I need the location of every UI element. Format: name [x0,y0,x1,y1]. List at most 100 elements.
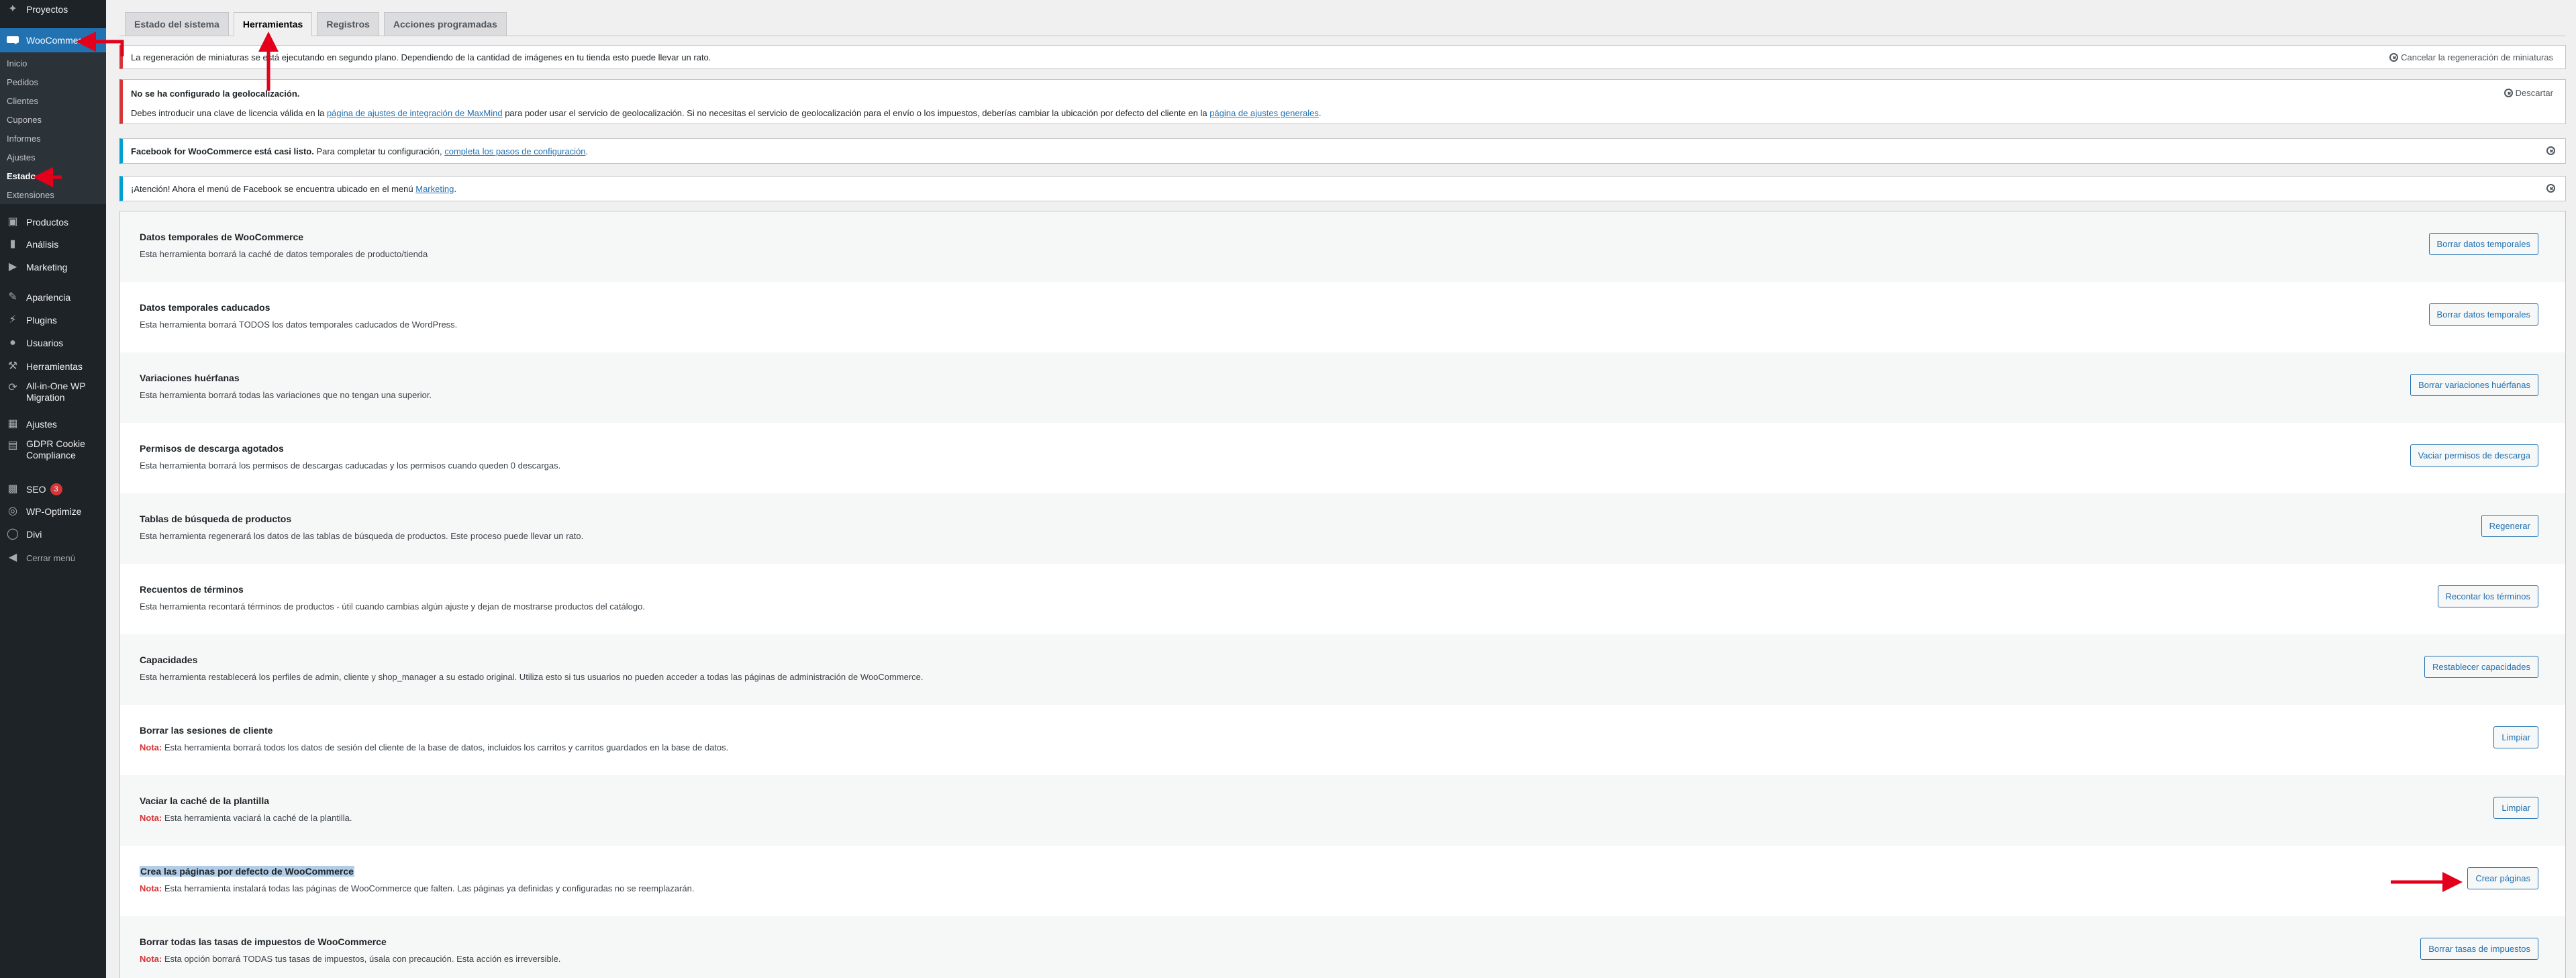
menu-label: Divi [26,528,42,540]
maxmind-settings-link[interactable]: página de ajustes de integración de MaxM… [327,108,503,118]
users-icon: ● [9,337,16,348]
menu-item-apariencia[interactable]: ✎ Apariencia [0,289,106,306]
tool-description: Esta herramienta regenerará los datos de… [140,531,584,541]
table-row: Vaciar la caché de la plantilla Nota: Es… [120,775,2565,846]
pin-icon: ✦ [8,3,17,15]
dismiss-link[interactable]: Descartar [2504,88,2553,98]
notice-geolocation: No se ha configurado la geolocalización.… [119,79,2566,124]
table-row: Borrar las sesiones de cliente Nota: Est… [120,705,2565,775]
tool-description: Esta herramienta restablecerá los perfil… [140,672,924,682]
submenu-inicio[interactable]: Inicio [7,58,27,68]
menu-item-marketing[interactable]: ▶ Marketing [0,258,106,276]
create-pages-button[interactable]: Crear páginas [2467,867,2538,889]
menu-item-analisis[interactable]: ▮ Análisis [0,236,106,253]
menu-label: Plugins [26,314,57,326]
menu-label: Herramientas [26,360,83,372]
tab-estado-del-sistema[interactable]: Estado del sistema [125,12,229,36]
tools-table: Datos temporales de WooCommerce Esta her… [119,211,2566,978]
submenu-pedidos[interactable]: Pedidos [7,77,38,87]
menu-label: All-in-One WP Migration [26,381,86,403]
submenu-clientes[interactable]: Clientes [7,96,38,106]
submenu-extensiones[interactable]: Extensiones [7,190,54,200]
submenu-estado[interactable]: Estado [7,171,36,181]
tool-title: Crea las páginas por defecto de WooComme… [140,866,354,877]
menu-label: Análisis [26,238,59,250]
notice-text: Debes introducir una clave de licencia v… [131,108,1322,118]
submenu-cupones[interactable]: Cupones [7,115,42,125]
close-icon [2546,146,2555,155]
collapse-menu-button[interactable]: ◀ Cerrar menú [0,549,106,567]
clear-sessions-button[interactable]: Limpiar [2493,726,2538,748]
chart-bar-icon: ▮ [9,238,16,250]
tool-title: Datos temporales caducados [140,302,270,313]
menu-label: Cerrar menú [26,552,75,563]
menu-item-plugins[interactable]: ⚡ Plugins [0,311,106,329]
menu-label: GDPR Cookie Compliance [26,438,85,460]
tool-description: Nota: Esta herramienta vaciará la caché … [140,813,352,823]
clear-template-cache-button[interactable]: Limpiar [2493,797,2538,819]
woocommerce-icon [5,33,20,48]
menu-label: Ajustes [26,418,57,430]
menu-item-proyectos[interactable]: ✦ Proyectos [0,1,106,17]
recount-terms-button[interactable]: Recontar los términos [2437,585,2538,607]
wrench-icon: ⚒ [7,360,18,372]
table-row: Recuentos de términos Esta herramienta r… [120,564,2565,634]
close-notice-button[interactable] [2546,146,2557,157]
general-settings-link[interactable]: página de ajustes generales [1209,108,1319,118]
notice-text: Facebook for WooCommerce está casi listo… [131,146,589,156]
menu-item-productos[interactable]: ▣ Productos [0,213,106,231]
menu-item-seo[interactable]: ▩ SEO 3 [0,481,106,498]
table-row: Datos temporales caducados Esta herramie… [120,282,2565,352]
gdpr-icon: ▤ [7,440,18,451]
submenu-ajustes[interactable]: Ajustes [7,152,36,162]
notice-text: La regeneración de miniaturas se está ej… [131,52,711,62]
clear-expired-transients-button[interactable]: Borrar datos temporales [2428,303,2538,326]
menu-label: Marketing [26,261,68,273]
menu-item-divi[interactable]: ◯ Divi [0,526,106,543]
tool-title: Permisos de descarga agotados [140,443,284,454]
marketing-link[interactable]: Marketing [415,184,454,194]
tab-registros[interactable]: Registros [317,12,379,36]
delete-orphaned-variations-button[interactable]: Borrar variaciones huérfanas [2410,374,2538,396]
tab-herramientas[interactable]: Herramientas [233,12,313,36]
menu-item-herramientas[interactable]: ⚒ Herramientas [0,358,106,375]
menu-label: WooCommerce [26,34,91,46]
table-row: Capacidades Esta herramienta restablecer… [120,634,2565,705]
tool-title: Tablas de búsqueda de productos [140,514,292,524]
complete-setup-link[interactable]: completa los pasos de configuración [444,146,585,156]
tab-acciones-programadas[interactable]: Acciones programadas [383,12,507,36]
table-row: Permisos de descarga agotados Esta herra… [120,423,2565,493]
notice-facebook-setup: Facebook for WooCommerce está casi listo… [119,138,2566,164]
divi-icon: ◯ [7,528,19,540]
clear-download-permissions-button[interactable]: Vaciar permisos de descarga [2410,444,2538,467]
clear-transients-button[interactable]: Borrar datos temporales [2428,233,2538,255]
table-row: Datos temporales de WooCommerce Esta her… [120,211,2565,282]
submenu-informes[interactable]: Informes [7,134,41,144]
menu-item-gdpr-cookie-compliance[interactable]: ▤ GDPR Cookie Compliance [0,438,106,465]
paintbrush-icon: ✎ [8,291,17,303]
reset-capabilities-button[interactable]: Restablecer capacidades [2424,656,2538,678]
tool-title: Vaciar la caché de la plantilla [140,795,269,806]
dismiss-icon [2504,89,2513,97]
cancel-regeneration-link[interactable]: Cancelar la regeneración de miniaturas [2389,52,2553,62]
table-row: Crea las páginas por defecto de WooComme… [120,846,2565,916]
notice-text: ¡Atención! Ahora el menú de Facebook se … [131,184,456,194]
tool-description: Nota: Esta herramienta instalará todas l… [140,883,695,893]
delete-tax-rates-button[interactable]: Borrar tasas de impuestos [2420,938,2538,960]
tool-title: Recuentos de términos [140,584,244,595]
table-row: Tablas de búsqueda de productos Esta her… [120,493,2565,564]
menu-item-ajustes[interactable]: ▦ Ajustes [0,415,106,433]
tool-description: Esta herramienta borrará los permisos de… [140,460,561,471]
menu-item-all-in-one-wp-migration[interactable]: ⟳ All-in-One WP Migration [0,381,106,407]
plugin-icon: ⚡ [9,314,17,326]
admin-sidebar: ✦ Proyectos WooCommerce Inicio Pedidos C… [0,0,106,978]
table-row: Variaciones huérfanas Esta herramienta b… [120,352,2565,423]
dismiss-label: Descartar [2515,88,2553,98]
regenerate-lookup-tables-button[interactable]: Regenerar [2481,515,2538,537]
collapse-icon: ◀ [8,552,17,563]
close-notice-button[interactable] [2546,184,2557,195]
menu-item-wp-optimize[interactable]: ◎ WP-Optimize [0,503,106,520]
menu-item-woocommerce[interactable]: WooCommerce [0,28,106,52]
menu-label: Productos [26,216,69,228]
menu-item-usuarios[interactable]: ● Usuarios [0,334,106,352]
